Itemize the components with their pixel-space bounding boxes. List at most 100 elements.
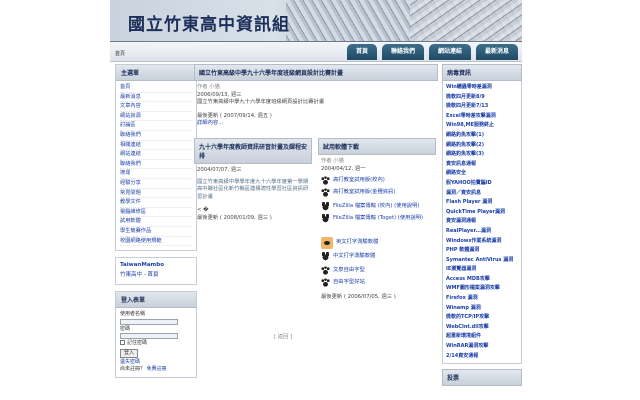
news-item[interactable]: 網路釣魚攻擊(2) xyxy=(446,142,484,148)
password-label: 密碼 xyxy=(120,325,131,332)
menu-item[interactable]: 試用軟體 xyxy=(120,218,141,224)
tab-links[interactable]: 網站連結 xyxy=(428,44,471,60)
top-tabs: 首頁 聯絡我們 網站連結 最新消息 xyxy=(346,44,518,60)
news-item[interactable]: 假YAHOO拍賣騙ID xyxy=(446,180,492,186)
news-item[interactable]: Access MDB攻擊 xyxy=(446,276,490,282)
menu-item[interactable]: 相關連結 xyxy=(120,142,141,148)
main-menu-title: 主選單 xyxy=(116,65,196,81)
remember-label: 記住密碼 xyxy=(127,340,148,347)
article-title: 國立竹東高級中學九十六學年度班級網頁設計比賽計畫 xyxy=(194,64,438,81)
news-item[interactable]: IE瀏覽器漏洞 xyxy=(446,266,476,272)
news-item[interactable]: Win98,ME服務終止 xyxy=(446,122,494,128)
news-item[interactable]: WinRAR漏洞攻擊 xyxy=(446,343,488,349)
news-item[interactable]: Excel零時差攻擊漏洞 xyxy=(446,113,496,119)
menu-item[interactable]: 網站資源 xyxy=(120,113,141,119)
news-title: 病毒資訊 xyxy=(442,64,522,81)
download-link[interactable]: FileZilla 檔案傳輸 (Toget) (使用說明) xyxy=(333,215,423,223)
news-item[interactable]: WMF圖形檔案漏洞攻擊 xyxy=(446,285,500,291)
menu-item[interactable]: 最新消息 xyxy=(120,94,141,100)
vote-module: 投票 xyxy=(442,369,522,387)
article-body: 國立竹東高級中學學年度九十六學年度第一學期高中職社區化新竹縣區建構適性學習社區資… xyxy=(197,178,309,200)
taiwanmambo-link[interactable]: TaiwanMambo xyxy=(120,262,164,268)
download-link[interactable]: FileZilla 檔案傳輸 (校內) (使用說明) xyxy=(333,203,419,211)
news-item[interactable]: 漏洞／資安訊息 xyxy=(446,190,481,196)
news-item[interactable]: 網路安全 xyxy=(446,170,466,176)
news-item[interactable]: 微軟四月更新7/13 xyxy=(446,103,488,109)
register-link[interactable]: 免費註冊 xyxy=(147,366,167,372)
news-item[interactable]: Flash Player 漏洞 xyxy=(446,199,492,205)
login-button[interactable]: 登入 xyxy=(120,348,139,358)
news-item[interactable]: Win蠕蟲零時差漏洞 xyxy=(446,84,492,90)
news-item[interactable]: Windows作業系統漏洞 xyxy=(446,238,501,244)
article-1: 國立竹東高級中學九十六學年度班級網頁設計比賽計畫 作者 小猫 2006/09/1… xyxy=(194,64,438,131)
article-title: 試用軟體下載 xyxy=(318,138,436,155)
menu-item[interactable]: 教學文件 xyxy=(120,199,141,205)
download-link[interactable]: 自由字型好站 xyxy=(333,279,365,287)
article-2: 九十六學年度教師資訊研習計畫及課程安排 2004/07/07, 週三 國立竹東高… xyxy=(194,138,312,225)
menu-item[interactable]: 聯絡我們 xyxy=(120,161,141,167)
article-3: 試用軟體下載 作者 小猫 2004/04/12, 週一 高打教室試用版(校內) … xyxy=(318,138,436,305)
extra-links: TaiwanMambo 竹東高中 - 首頁 xyxy=(116,258,196,284)
news-item[interactable]: 超重新環境組件 xyxy=(446,333,481,339)
menu-item[interactable]: 文章內容 xyxy=(120,103,141,109)
news-item[interactable]: PHP 軟體漏洞 xyxy=(446,247,479,253)
menu-item[interactable]: 學生競賽作品 xyxy=(120,228,151,234)
banner-photo-overlay xyxy=(410,0,522,41)
article-date: 2006/09/13, 週三 xyxy=(197,91,242,98)
menu-item[interactable]: 討論區 xyxy=(120,122,136,128)
tab-home[interactable]: 首頁 xyxy=(346,44,377,60)
menu-item[interactable]: 常見問題 xyxy=(120,190,141,196)
news-item[interactable]: 微軟四月更新8/9 xyxy=(446,94,485,100)
tab-contact[interactable]: 聯絡我們 xyxy=(381,44,424,60)
article-date: 2004/04/12, 週一 xyxy=(321,165,366,172)
news-item[interactable]: 網路釣魚攻擊(1) xyxy=(446,132,484,138)
news-item[interactable]: 資安漏洞通報 xyxy=(446,218,476,224)
menu-item[interactable]: 校園網路使用規範 xyxy=(120,238,162,244)
news-item[interactable]: QuickTime Player漏洞 xyxy=(446,209,505,215)
remember-checkbox[interactable] xyxy=(120,340,125,346)
menu-item[interactable]: 經驗分享 xyxy=(120,180,141,186)
news-item[interactable]: Firefox 漏洞 xyxy=(446,295,478,301)
news-item[interactable]: 資安訊息通報 xyxy=(446,161,476,167)
download-link[interactable]: 文泉自由字型 xyxy=(333,267,365,275)
download-link[interactable]: 英文打字測驗軟體 xyxy=(336,239,378,247)
school-home-link[interactable]: 竹東高中 - 首頁 xyxy=(120,272,158,278)
forgot-password-link[interactable]: 遺失密碼 xyxy=(120,359,140,365)
cat-icon xyxy=(321,202,330,211)
page-container: 國立竹東高中資訊組 首頁 首頁 聯絡我們 網站連結 最新消息 主選單 首頁 最新… xyxy=(110,0,522,400)
news-item[interactable]: 網路釣魚攻擊(3) xyxy=(446,151,484,157)
cat-icon xyxy=(321,252,330,261)
news-item[interactable]: Symantec AntiVirus 漏洞 xyxy=(446,257,513,263)
download-link[interactable]: 高打教室試用版(金種資訊) xyxy=(333,189,395,197)
paw-icon xyxy=(321,266,330,275)
article-updated: 最後更新 ( 2008/01/09, 週三 ) xyxy=(197,214,272,221)
breadcrumb: 首頁 xyxy=(115,51,126,57)
article-body: 國立竹東高級中學九十六學年度班級網頁設計比賽計畫 xyxy=(197,99,325,105)
download-link[interactable]: 中文打字測驗軟體 xyxy=(333,253,375,261)
news-item[interactable]: RealPlayer...漏洞 xyxy=(446,228,491,234)
menu-item[interactable]: 電腦維修區 xyxy=(120,209,146,215)
news-item[interactable]: Winamp 漏洞 xyxy=(446,305,481,311)
password-field[interactable] xyxy=(120,333,178,340)
login-module: 登入表單 使用者名稱 密碼 記住密碼 登入 遺失密碼 尚未註冊？ 免費註冊 xyxy=(115,291,197,378)
username-field[interactable] xyxy=(120,318,178,325)
news-list: Win蠕蟲零時差漏洞 微軟四月更新8/9 微軟四月更新7/13 Excel零時差… xyxy=(442,81,522,365)
read-more-link[interactable]: 詳細內容... xyxy=(197,120,223,126)
news-item[interactable]: 微軟的TCP/IP攻擊 xyxy=(446,314,489,320)
main-menu-module: 主選單 首頁 最新消息 文章內容 網站資源 討論區 聯絡我們 相關連結 網站連結… xyxy=(115,64,197,252)
download-link[interactable]: 高打教室試用版(校內) xyxy=(333,177,385,185)
left-column: 主選單 首頁 最新消息 文章內容 網站資源 討論區 聯絡我們 相關連結 網站連結… xyxy=(115,64,197,384)
news-item[interactable]: WebCInt.dll攻擊 xyxy=(446,324,489,330)
menu-item[interactable]: 搜尋 xyxy=(120,170,130,176)
tab-news[interactable]: 最新消息 xyxy=(475,44,518,60)
menu-item[interactable]: 首頁 xyxy=(120,84,130,90)
article-author: 作者 小猫 xyxy=(197,84,220,90)
right-column: 病毒資訊 Win蠕蟲零時差漏洞 微軟四月更新8/9 微軟四月更新7/13 Exc… xyxy=(442,64,522,387)
vote-title: 投票 xyxy=(442,369,522,387)
paw-icon xyxy=(321,188,330,197)
menu-item[interactable]: 網站連結 xyxy=(120,151,141,157)
paw-icon xyxy=(321,176,330,185)
news-item[interactable]: 2/14資安通報 xyxy=(446,353,478,359)
back-link[interactable]: [ 返回 ] xyxy=(274,332,292,340)
menu-item[interactable]: 聯絡我們 xyxy=(120,132,141,138)
